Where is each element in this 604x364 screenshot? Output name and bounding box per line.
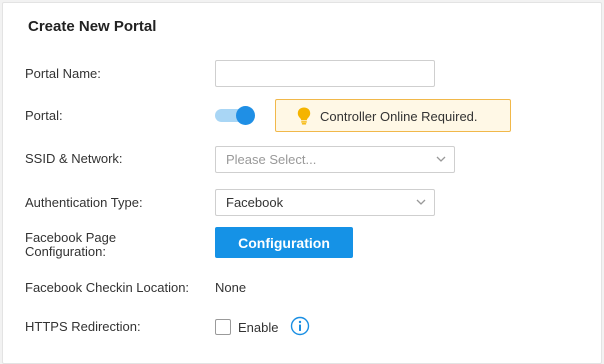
https-redirection-label: HTTPS Redirection:	[25, 319, 141, 334]
facebook-page-label: Facebook Page Configuration:	[25, 231, 116, 259]
portal-toggle[interactable]	[215, 104, 256, 126]
auth-type-label: Authentication Type:	[25, 195, 143, 210]
https-enable-label[interactable]: Enable	[238, 320, 278, 335]
ssid-network-label: SSID & Network:	[25, 151, 123, 166]
notice-text: Controller Online Required.	[320, 109, 478, 124]
ssid-network-placeholder: Please Select...	[226, 152, 317, 167]
toggle-knob	[236, 106, 255, 125]
page-title: Create New Portal	[28, 18, 157, 35]
auth-type-select[interactable]: Facebook	[215, 189, 435, 216]
checkin-location-label: Facebook Checkin Location:	[25, 280, 190, 295]
configuration-button[interactable]: Configuration	[215, 227, 353, 258]
checkin-location-value: None	[215, 280, 247, 295]
lightbulb-icon	[297, 107, 311, 125]
portal-name-label: Portal Name:	[25, 66, 101, 81]
facebook-page-label-line2: Configuration:	[25, 244, 106, 259]
portal-name-input[interactable]	[215, 60, 435, 87]
auth-type-value: Facebook	[226, 195, 284, 210]
facebook-page-label-line1: Facebook Page	[25, 230, 117, 245]
chevron-down-icon	[416, 199, 426, 205]
create-portal-panel: Create New Portal	[2, 2, 602, 364]
https-enable-checkbox[interactable]	[215, 319, 231, 335]
controller-online-notice: Controller Online Required.	[275, 99, 511, 132]
chevron-down-icon	[436, 156, 446, 162]
info-icon[interactable]	[290, 316, 310, 336]
ssid-network-select[interactable]: Please Select...	[215, 146, 455, 173]
portal-label: Portal:	[25, 108, 63, 123]
